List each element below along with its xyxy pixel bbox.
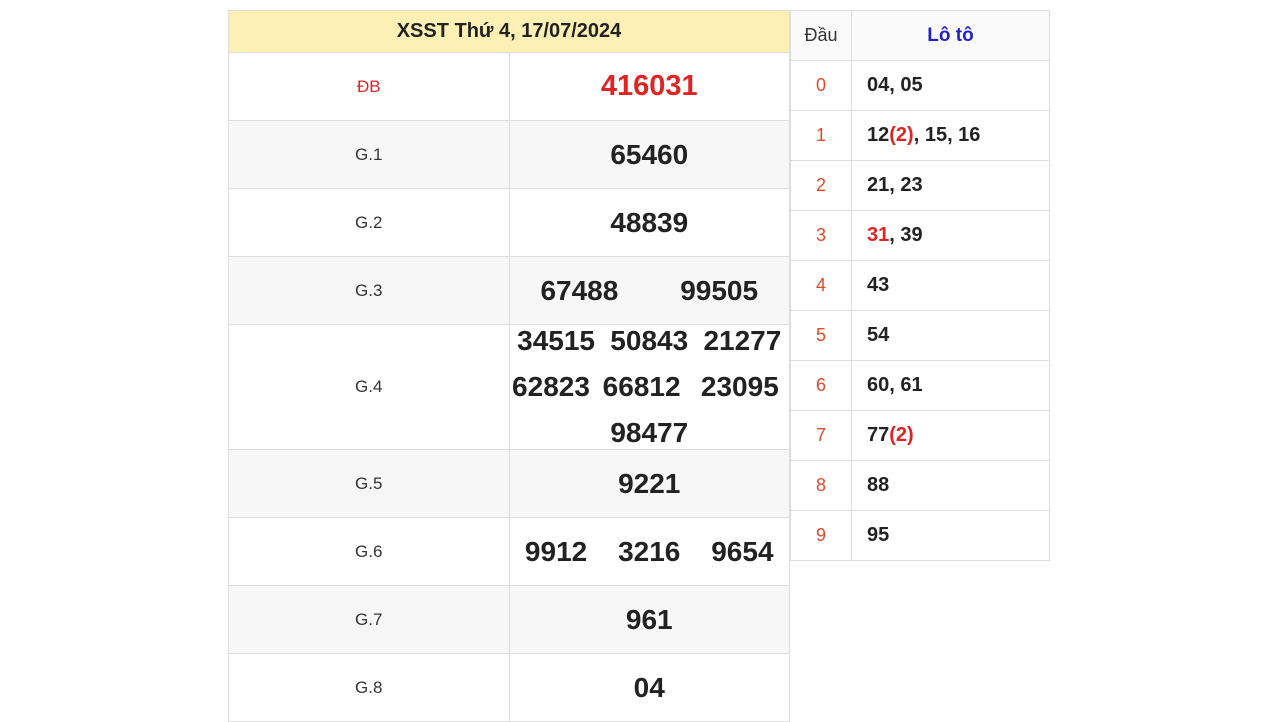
loto-row: 0 04, 05: [790, 60, 1050, 111]
prize-row-g8: G.8 04: [228, 653, 790, 722]
prize-number: 99505: [680, 274, 759, 306]
loto-text: 21, 23: [867, 174, 923, 196]
prize-label: G.6: [228, 517, 510, 586]
prize-label: G.7: [228, 585, 510, 654]
loto-text: 77: [867, 424, 890, 446]
loto-head-digit: 6: [790, 360, 852, 411]
loto-row: 9 95: [790, 510, 1050, 561]
loto-highlight: 31: [867, 224, 890, 246]
prize-label: G.8: [228, 653, 510, 722]
prize-number: 21277: [703, 325, 782, 356]
loto-head-digit: 4: [790, 260, 852, 311]
prize-row-special: ĐB 416031: [228, 52, 790, 121]
prize-number: 62823: [512, 371, 590, 402]
loto-values: 88: [851, 460, 1050, 511]
special-prize-number: 416031: [600, 70, 698, 102]
loto-values: 21, 23: [851, 160, 1050, 211]
loto-text: 88: [867, 474, 890, 496]
loto-row: 8 88: [790, 460, 1050, 511]
loto-values: 31, 39: [851, 210, 1050, 261]
prize-number: 23095: [700, 371, 779, 402]
results-table: XSST Thứ 4, 17/07/2024 ĐB 416031 G.1 654…: [228, 10, 790, 722]
loto-text: , 39: [889, 224, 923, 246]
prize-number: 3216: [618, 535, 681, 567]
prize-label: G.1: [228, 120, 510, 189]
prize-number: 34515: [517, 325, 596, 356]
loto-row: 2 21, 23: [790, 160, 1050, 211]
loto-header-dau: Đầu: [790, 10, 852, 61]
prize-row-g3: G.3 67488 99505: [228, 256, 790, 325]
loto-head-digit: 2: [790, 160, 852, 211]
prize-row-g2: G.2 48839: [228, 188, 790, 257]
prize-number: 9221: [618, 467, 681, 499]
loto-head-digit: 1: [790, 110, 852, 161]
loto-row: 7 77(2): [790, 410, 1050, 461]
loto-values: 04, 05: [851, 60, 1050, 111]
prize-number: 98477: [610, 417, 689, 448]
loto-head-digit: 7: [790, 410, 852, 461]
loto-text: 43: [867, 274, 890, 296]
prize-row-g7: G.7 961: [228, 585, 790, 654]
prize-number: 04: [633, 671, 665, 703]
prize-label: G.5: [228, 449, 510, 518]
loto-text: 54: [867, 324, 890, 346]
loto-values: 60, 61: [851, 360, 1050, 411]
results-title: XSST Thứ 4, 17/07/2024: [228, 10, 790, 53]
loto-head-digit: 9: [790, 510, 852, 561]
prize-label: G.3: [228, 256, 510, 325]
loto-text: 12: [867, 124, 890, 146]
prize-row-g1: G.1 65460: [228, 120, 790, 189]
loto-row: 1 12(2), 15, 16: [790, 110, 1050, 161]
prize-number: 67488: [540, 274, 619, 306]
loto-values: 77(2): [851, 410, 1050, 461]
loto-row: 3 31, 39: [790, 210, 1050, 261]
loto-row: 4 43: [790, 260, 1050, 311]
loto-values: 12(2), 15, 16: [851, 110, 1050, 161]
loto-head-digit: 8: [790, 460, 852, 511]
loto-row: 5 54: [790, 310, 1050, 361]
prize-label: G.2: [228, 188, 510, 257]
loto-values: 43: [851, 260, 1050, 311]
prize-number: 961: [625, 603, 673, 635]
loto-highlight: (2): [889, 424, 914, 446]
loto-text: , 15, 16: [913, 124, 981, 146]
loto-head-digit: 3: [790, 210, 852, 261]
prize-label: G.4: [228, 324, 510, 450]
prize-number: 48839: [610, 206, 689, 238]
loto-values: 54: [851, 310, 1050, 361]
loto-text: 04, 05: [867, 74, 923, 96]
prize-number: 50843: [610, 325, 689, 356]
prize-number: 9912: [524, 535, 588, 567]
prize-number: 65460: [610, 138, 689, 170]
prize-row-g6: G.6 9912 3216 9654: [228, 517, 790, 586]
loto-header-loto: Lô tô: [851, 10, 1050, 61]
loto-head-digit: 0: [790, 60, 852, 111]
loto-highlight: (2): [889, 124, 914, 146]
loto-text: 95: [867, 524, 890, 546]
loto-row: 6 60, 61: [790, 360, 1050, 411]
prize-number: 9654: [711, 535, 774, 567]
loto-text: 60, 61: [867, 374, 923, 396]
loto-table: Đầu Lô tô 0 04, 05 1 12(2), 15, 16 2 21, 23 3 3…: [790, 10, 1050, 561]
prize-label: ĐB: [228, 52, 510, 121]
loto-values: 95: [851, 510, 1050, 561]
prize-row-g4: G.4 34515 50843 21277 62823 66812 23095 …: [228, 324, 790, 450]
loto-head-digit: 5: [790, 310, 852, 361]
prize-number: 66812: [602, 371, 681, 402]
prize-row-g5: G.5 9221: [228, 449, 790, 518]
